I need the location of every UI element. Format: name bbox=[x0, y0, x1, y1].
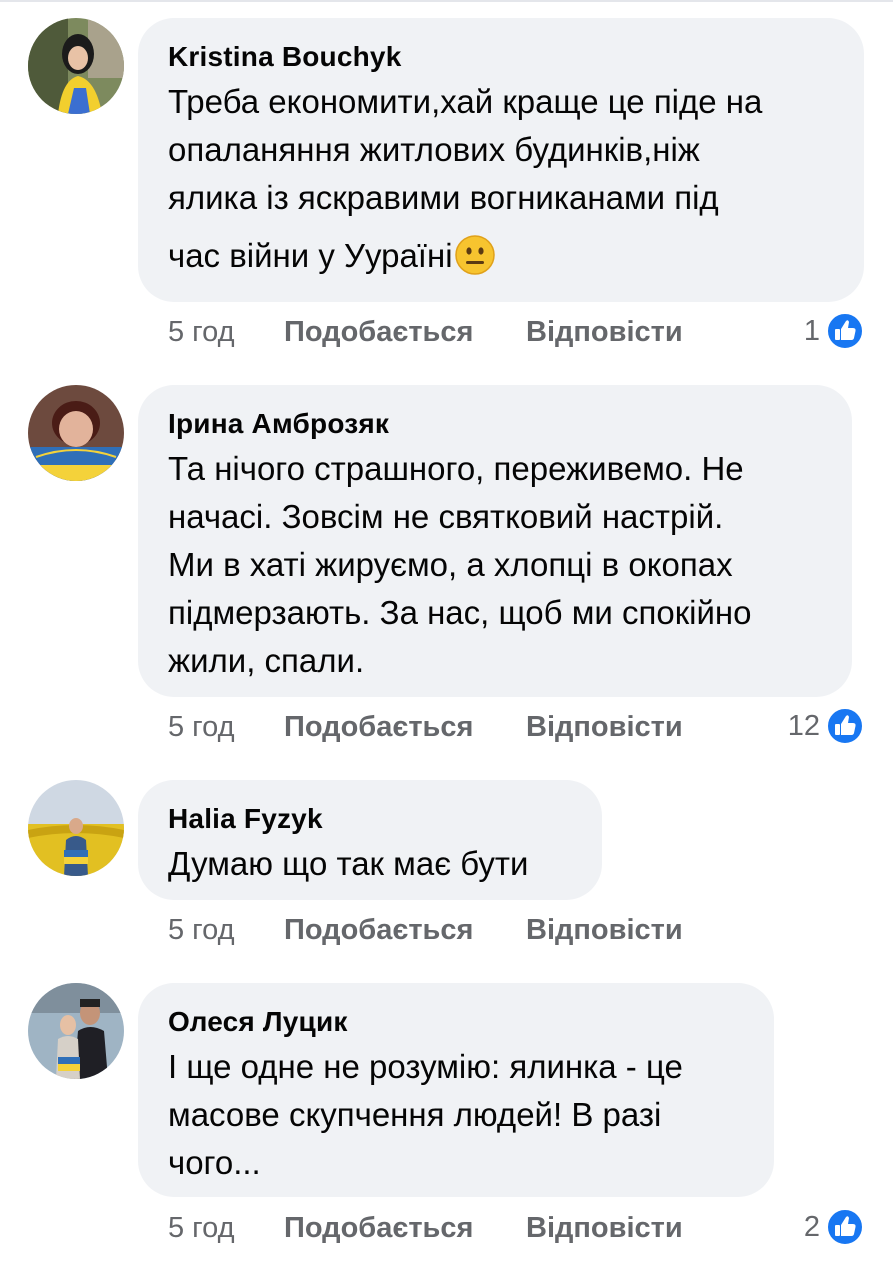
like-button[interactable]: Подобається bbox=[284, 910, 473, 950]
comment-text: Треба економити,хай краще це піде на опа… bbox=[168, 78, 834, 288]
reply-button[interactable]: Відповісти bbox=[526, 1208, 683, 1248]
comment-bubble: Олеся Луцик І ще одне не розумію: ялинка… bbox=[138, 983, 774, 1197]
comment-line: І ще одне не розумію: ялинка - це bbox=[168, 1048, 683, 1085]
comment-bubble: Kristina Bouchyk Треба економити,хай кра… bbox=[138, 18, 864, 302]
top-divider bbox=[0, 0, 893, 2]
comment-line: начасі. Зовсім не святковий настрій. bbox=[168, 498, 724, 535]
reaction-summary[interactable]: 12 bbox=[788, 706, 864, 746]
avatar[interactable] bbox=[28, 385, 124, 481]
comment-line: Думаю що так має бути bbox=[168, 845, 529, 882]
reaction-summary[interactable]: 1 bbox=[804, 311, 864, 351]
reply-button[interactable]: Відповісти bbox=[526, 312, 683, 352]
comment-line: чого... bbox=[168, 1144, 261, 1181]
thumbs-up-icon bbox=[826, 1208, 864, 1246]
comment-line: ялика із яскравими вогниканами під bbox=[168, 179, 719, 216]
comment-line: Ми в хаті жируємо, а хлопці в окопах bbox=[168, 546, 733, 583]
comment-time[interactable]: 5 год bbox=[168, 707, 235, 747]
like-button[interactable]: Подобається bbox=[284, 1208, 473, 1248]
comment-line: час війни у Уураїні bbox=[168, 237, 453, 274]
avatar[interactable] bbox=[28, 780, 124, 876]
comment-line: Та нічого страшного, переживемо. Не bbox=[168, 450, 744, 487]
comment-bubble: Halia Fyzyk Думаю що так має бути bbox=[138, 780, 602, 900]
comment-text: Думаю що так має бути bbox=[168, 840, 572, 888]
comment-bubble: Ірина Амброзяк Та нічого страшного, пере… bbox=[138, 385, 852, 697]
comment-text: І ще одне не розумію: ялинка - це масове… bbox=[168, 1043, 744, 1187]
like-button[interactable]: Подобається bbox=[284, 312, 473, 352]
comment-line: Треба економити,хай краще це піде на bbox=[168, 83, 763, 120]
thumbs-up-icon bbox=[826, 312, 864, 350]
comment-line: підмерзають. За нас, щоб ми спокійно bbox=[168, 594, 752, 631]
reaction-count: 2 bbox=[803, 1210, 820, 1243]
reaction-count: 12 bbox=[787, 709, 820, 742]
comment-line: опаланяння житлових будинків,ніж bbox=[168, 131, 700, 168]
comment-time[interactable]: 5 год bbox=[168, 312, 235, 352]
neutral-face-emoji bbox=[454, 235, 495, 288]
reply-button[interactable]: Відповісти bbox=[526, 707, 683, 747]
comment-time[interactable]: 5 год bbox=[168, 910, 235, 950]
comment-line: масове скупчення людей! В разі bbox=[168, 1096, 662, 1133]
reaction-count: 1 bbox=[803, 314, 820, 347]
avatar[interactable] bbox=[28, 983, 124, 1079]
comment-author[interactable]: Олеся Луцик bbox=[168, 1005, 744, 1039]
avatar[interactable] bbox=[28, 18, 124, 114]
comment-author[interactable]: Ірина Амброзяк bbox=[168, 407, 822, 441]
comment-line: жили, спали. bbox=[168, 642, 365, 679]
comment-time[interactable]: 5 год bbox=[168, 1208, 235, 1248]
comment-author[interactable]: Kristina Bouchyk bbox=[168, 40, 834, 74]
comment-author[interactable]: Halia Fyzyk bbox=[168, 802, 572, 836]
comment-text: Та нічого страшного, переживемо. Не нача… bbox=[168, 445, 822, 685]
thumbs-up-icon bbox=[826, 707, 864, 745]
reaction-summary[interactable]: 2 bbox=[804, 1207, 864, 1247]
like-button[interactable]: Подобається bbox=[284, 707, 473, 747]
reply-button[interactable]: Відповісти bbox=[526, 910, 683, 950]
